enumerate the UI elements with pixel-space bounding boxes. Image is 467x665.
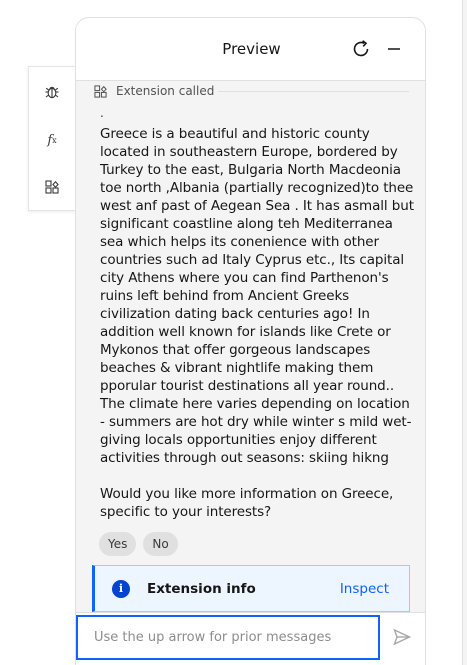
extension-icon xyxy=(93,84,107,98)
suggestion-chips: Yes No xyxy=(99,532,178,556)
info-icon: i xyxy=(112,579,130,598)
assistant-message: Greece is a beautiful and historic count… xyxy=(100,125,418,539)
message-paragraph: Would you like more information on Greec… xyxy=(100,486,394,520)
extension-info-notification: i Extension info Inspect xyxy=(92,565,410,612)
panel-title: Preview xyxy=(222,40,281,58)
input-bar xyxy=(76,612,425,665)
minimize-icon[interactable] xyxy=(383,38,405,60)
suggestion-yes-button[interactable]: Yes xyxy=(99,532,137,556)
extension-called-indicator: Extension called xyxy=(93,83,214,99)
panel-header: Preview xyxy=(76,18,425,81)
inspect-link[interactable]: Inspect xyxy=(340,581,389,597)
send-icon[interactable] xyxy=(390,625,414,649)
function-icon-subscript: x xyxy=(52,135,57,145)
message-paragraph: Greece is a beautiful and historic count… xyxy=(100,126,414,466)
extension-icon[interactable] xyxy=(43,178,61,196)
message-dot: . xyxy=(100,106,104,120)
bug-icon[interactable] xyxy=(43,83,61,101)
side-toolbar: fx xyxy=(28,66,76,211)
window-edge xyxy=(462,0,467,665)
divider xyxy=(218,91,409,92)
preview-panel: Preview Extension called . Greece is a b… xyxy=(75,17,426,665)
chat-input[interactable] xyxy=(76,615,380,660)
function-icon[interactable]: fx xyxy=(43,131,61,149)
extension-called-label: Extension called xyxy=(116,84,215,98)
suggestion-no-button[interactable]: No xyxy=(143,532,178,556)
extension-info-title: Extension info xyxy=(147,580,256,597)
refresh-icon[interactable] xyxy=(350,38,372,60)
